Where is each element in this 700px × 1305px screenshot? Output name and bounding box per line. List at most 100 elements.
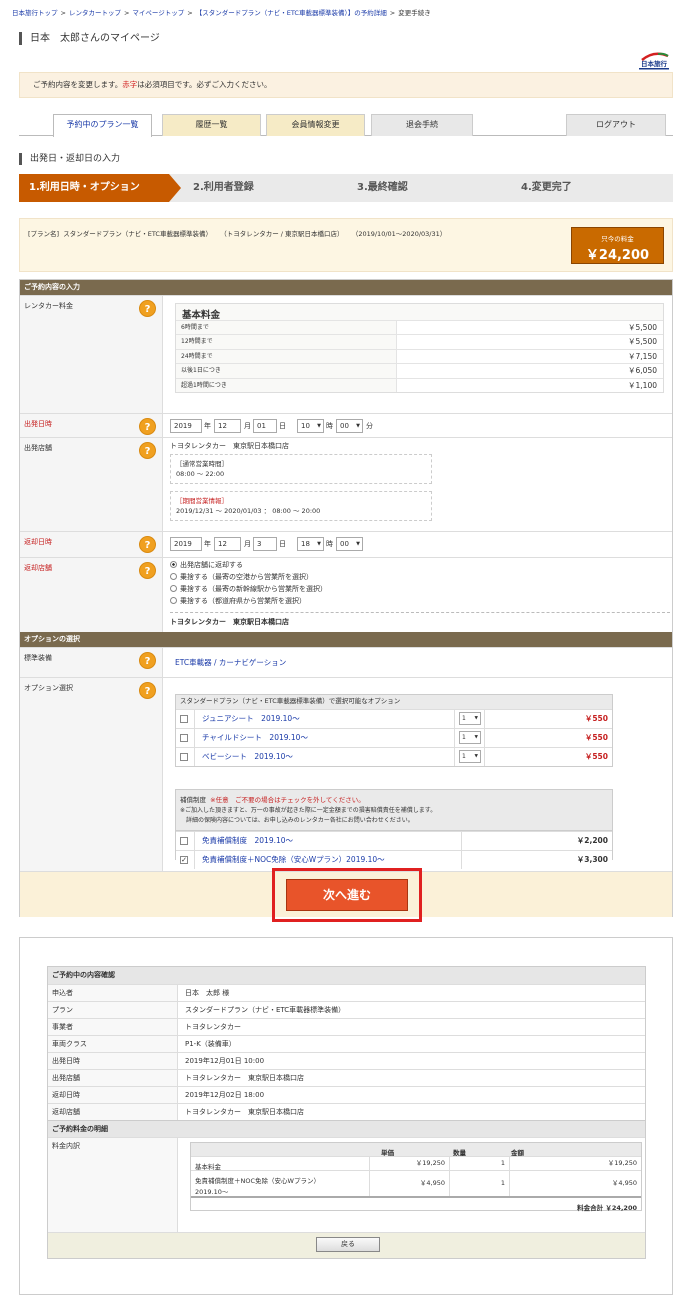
option-price: ￥550 xyxy=(584,733,608,742)
confirm-value: トヨタレンタカー xyxy=(185,1023,241,1031)
fee-detail-row: 料金内訳 単価 数量 金額 基本料金 ￥19,250 1 ￥19,250 免責補… xyxy=(48,1137,645,1232)
unit-year: 年 xyxy=(204,422,211,430)
divider xyxy=(454,748,455,766)
step-arrow-icon xyxy=(169,174,181,202)
depart-datetime-row: 出発日時 ? 2019 年 12 月 01 日 10 時 00 分 xyxy=(20,413,672,437)
insurance-price: ￥3,300 xyxy=(576,855,608,864)
confirm-row: 返却日時 2019年12月02日 18:00 xyxy=(48,1086,645,1103)
insurance-name-link[interactable]: 免責補償制度＋NOC免除（安心Wプラン）2019.10〜 xyxy=(194,851,385,869)
depart-store-name: トヨタレンタカー 東京駅日本橋口店 xyxy=(170,442,289,450)
option-table: スタンダードプラン（ナビ・ETC車載器標準装備）で選択可能なオプション ジュニア… xyxy=(175,694,613,767)
nihon-ryoko-logo[interactable]: 日本旅行 xyxy=(636,50,672,72)
option-name-link[interactable]: ベビーシート 2019.10〜 xyxy=(194,748,293,766)
fee-row-item: 超過1時間につき ￥1,100 xyxy=(176,377,663,392)
tab-withdraw[interactable]: 退会手続 xyxy=(371,114,473,136)
fee-total-row: 料金合計 ￥24,200 xyxy=(191,1196,641,1212)
confirm-key: 出発日時 xyxy=(48,1053,178,1069)
divider xyxy=(461,832,462,850)
return-option-airport[interactable]: 乗捨する（最寄の空港から営業所を選択） xyxy=(170,572,313,583)
plan-company: （トヨタレンタカー / 東京駅日本橋口店） xyxy=(220,230,344,238)
option-qty-select[interactable]: 1 xyxy=(459,712,481,725)
option-checkbox[interactable] xyxy=(180,715,188,723)
notice-text: ご予約内容を変更します。 xyxy=(33,80,123,89)
divider xyxy=(484,748,485,766)
unit-year: 年 xyxy=(204,540,211,548)
return-minute-select[interactable]: 00 xyxy=(336,537,363,551)
depart-year-input[interactable]: 2019 xyxy=(170,419,202,433)
option-qty-select[interactable]: 1 xyxy=(459,750,481,763)
help-icon[interactable]: ? xyxy=(139,652,156,669)
confirmation-table: ご予約中の内容確認 申込者 日本 太郎 様 プラン スタンダードプラン（ナビ・ETC… xyxy=(47,966,646,1259)
insurance-list: 免責補償制度 2019.10〜 ￥2,200 ✓ 免責補償制度＋NOC免除（安心Wプ… xyxy=(176,830,612,869)
option-table-header: スタンダードプラン（ナビ・ETC車載器標準装備）で選択可能なオプション xyxy=(176,695,612,709)
svg-text:日本旅行: 日本旅行 xyxy=(641,59,668,68)
tab-plan-list[interactable]: 予約中のプラン一覧 xyxy=(53,114,152,137)
insurance-checkbox-checked[interactable]: ✓ xyxy=(180,856,188,864)
help-icon[interactable]: ? xyxy=(139,418,156,435)
fee-row-item: 12時間まで ￥5,500 xyxy=(176,334,663,349)
fee-line-amount: ￥4,950 xyxy=(509,1171,641,1196)
depart-minute-select[interactable]: 00 xyxy=(336,419,363,433)
breadcrumb-link-top[interactable]: 日本旅行トップ xyxy=(12,9,58,17)
unit-hour: 時 xyxy=(326,422,333,430)
reservation-form: ご予約内容の入力 レンタカー料金 ? 基本料金 6時間まで ￥5,500 12時間… xyxy=(19,279,673,922)
plan-name: スタンダードプラン（ナビ・ETC車載器標準装備） xyxy=(63,230,212,238)
option-qty-select[interactable]: 1 xyxy=(459,731,481,744)
standard-equipment-row: 標準装備 ? ETC車載器 / カーナビゲーション xyxy=(20,647,672,677)
option-name-link[interactable]: ジュニアシート 2019.10〜 xyxy=(194,710,300,728)
return-option-same[interactable]: 出発店舗に返却する xyxy=(170,560,243,571)
option-price: ￥550 xyxy=(584,714,608,723)
return-month-input[interactable]: 12 xyxy=(214,537,241,551)
fee-detail-table: 単価 数量 金額 基本料金 ￥19,250 1 ￥19,250 免責補償制度＋N… xyxy=(190,1142,642,1212)
help-icon[interactable]: ? xyxy=(139,300,156,317)
fee-value: ￥7,150 xyxy=(396,349,663,364)
return-year-input[interactable]: 2019 xyxy=(170,537,202,551)
step-2: 2.利用者登録 xyxy=(193,182,254,193)
confirm-value: トヨタレンタカー 東京駅日本橋口店 xyxy=(185,1108,304,1116)
fee-row-item: 24時間まで ￥7,150 xyxy=(176,348,663,364)
return-option-prefecture[interactable]: 乗捨する（都道府県から営業所を選択） xyxy=(170,596,306,607)
confirm-row: 出発店舗 トヨタレンタカー 東京駅日本橋口店 xyxy=(48,1069,645,1086)
divider xyxy=(484,729,485,747)
return-option-station[interactable]: 乗捨する（最寄の新幹線駅から営業所を選択） xyxy=(170,584,327,595)
option-row: ジュニアシート 2019.10〜 1 ￥550 xyxy=(176,709,612,728)
next-button[interactable]: 次へ進む xyxy=(286,879,408,911)
breadcrumb-link-detail[interactable]: 【スタンダードプラン（ナビ・ETC車載器標準装備）】の予約詳細 xyxy=(196,9,387,17)
breadcrumb-link-mypage[interactable]: マイページトップ xyxy=(132,9,184,17)
insurance-note-2: 詳細の保険内容については、お申し込みのレンタカー各社にお問い合わせください。 xyxy=(186,817,414,824)
return-hour-select[interactable]: 18 xyxy=(297,537,324,551)
fee-line-unit: ￥19,250 xyxy=(369,1157,449,1170)
depart-month-input[interactable]: 12 xyxy=(214,419,241,433)
breadcrumb-current: 変更手続き xyxy=(398,9,431,17)
price-label: 只今の料金 xyxy=(601,235,634,243)
back-button[interactable]: 戻る xyxy=(316,1237,380,1252)
plan-label: [プラン名] xyxy=(28,230,60,238)
hours-title: ［通常営業時間］ xyxy=(176,460,228,468)
help-icon[interactable]: ? xyxy=(139,682,156,699)
confirm-row: 事業者 トヨタレンタカー xyxy=(48,1018,645,1035)
hours-value: 08:00 〜 22:00 xyxy=(176,470,225,478)
insurance-checkbox[interactable] xyxy=(180,837,188,845)
breadcrumb-link-rentacar[interactable]: レンタカートップ xyxy=(69,9,121,17)
help-icon[interactable]: ? xyxy=(139,536,156,553)
help-icon[interactable]: ? xyxy=(139,562,156,579)
option-name-link[interactable]: チャイルドシート 2019.10〜 xyxy=(194,729,308,747)
depart-hour-select[interactable]: 10 xyxy=(297,419,324,433)
return-day-input[interactable]: 3 xyxy=(253,537,277,551)
option-checkbox[interactable] xyxy=(180,753,188,761)
tab-history[interactable]: 履歴一覧 xyxy=(162,114,261,136)
fee-value: ￥1,100 xyxy=(396,378,663,392)
radio-selected-icon xyxy=(170,561,177,568)
fee-line: 免責補償制度＋NOC免除（安心Wプラン） 2019.10〜 ￥4,950 1 ￥… xyxy=(191,1170,641,1196)
breadcrumb: 日本旅行トップ > レンタカートップ > マイページトップ > 【スタンダードプラン（ナビ・… xyxy=(12,9,431,17)
fee-row-item: 6時間まで ￥5,500 xyxy=(176,320,663,335)
unit-minute: 分 xyxy=(366,422,373,430)
insurance-name-link[interactable]: 免責補償制度 2019.10〜 xyxy=(194,832,293,850)
tab-member-info[interactable]: 会員情報変更 xyxy=(266,114,365,136)
tab-logout[interactable]: ログアウト xyxy=(566,114,666,136)
option-checkbox[interactable] xyxy=(180,734,188,742)
price-value: ￥24,200 xyxy=(585,248,650,263)
depart-day-input[interactable]: 01 xyxy=(253,419,277,433)
help-icon[interactable]: ? xyxy=(139,442,156,459)
confirm-row: 車両クラス P1-K（装備車） xyxy=(48,1035,645,1052)
